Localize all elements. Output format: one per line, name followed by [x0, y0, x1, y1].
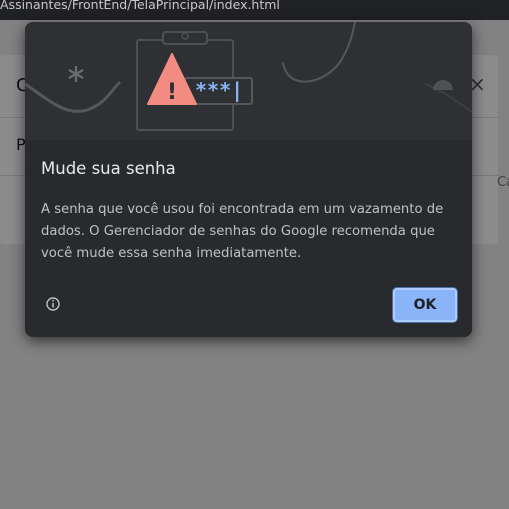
asterisk-icon: [68, 66, 84, 82]
ok-button[interactable]: OK: [393, 288, 457, 322]
password-mask-text: ***|: [195, 78, 243, 102]
password-leak-illustration: ! ***|: [25, 22, 472, 140]
dialog-body-text: A senha que você usou foi encontrada em …: [41, 202, 444, 261]
dialog-title: Mude sua senha: [41, 159, 176, 178]
address-bar[interactable]: Assinantes/FrontEnd/TelaPrincipal/index.…: [0, 0, 509, 20]
warning-exclamation-glyph: !: [167, 80, 177, 105]
password-change-dialog: ! ***| Mude sua senha A senha que você u…: [25, 22, 472, 337]
info-icon[interactable]: [45, 296, 61, 312]
url-path-text: Assinantes/FrontEnd/TelaPrincipal/index.…: [0, 0, 280, 12]
